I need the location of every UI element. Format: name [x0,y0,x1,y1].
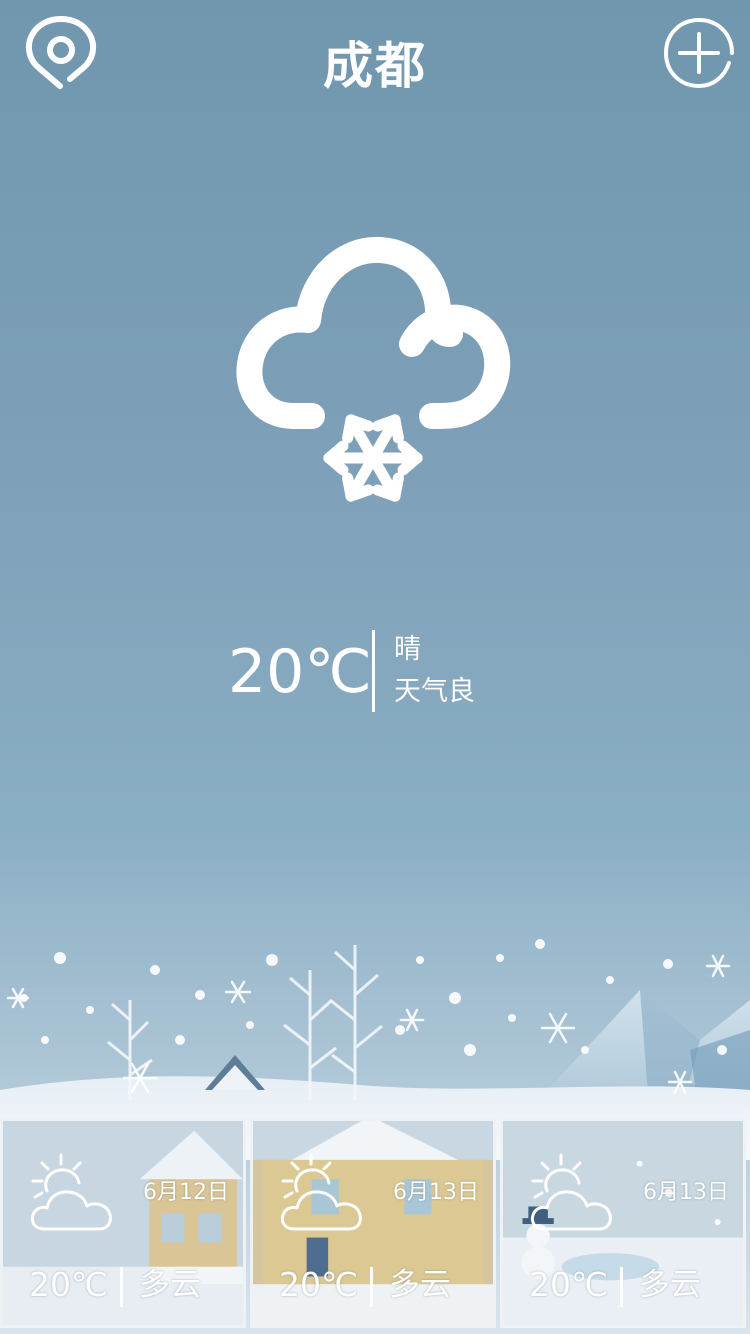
forecast-divider [120,1267,123,1307]
forecast-date: 6月13日 [393,1180,479,1205]
forecast-date: 6月13日 [643,1180,729,1205]
partly-cloudy-icon [530,1153,612,1231]
forecast-divider [620,1267,623,1307]
forecast-divider [370,1267,373,1307]
add-city-button[interactable] [662,16,736,90]
forecast-list: 6月12日 20℃ 多云 6月13日 20℃ 多云 6月13日 20℃ 多云 [0,1118,750,1334]
forecast-condition: 多云 [139,1267,201,1303]
forecast-card[interactable]: 6月13日 20℃ 多云 [500,1118,746,1328]
partly-cloudy-icon [30,1153,112,1231]
forecast-temperature: 20℃ [279,1265,359,1304]
app-header: 成都 [0,0,750,120]
current-weather: 20℃ 晴 天气良 [228,624,548,716]
current-condition: 晴 [394,634,421,665]
forecast-condition: 多云 [639,1267,701,1303]
city-title: 成都 [323,37,427,95]
forecast-date: 6月12日 [143,1180,229,1205]
forecast-card[interactable]: 6月12日 20℃ 多云 [0,1118,246,1328]
snow-cloud-icon [232,236,518,518]
weather-screen: 成都 20℃ 晴 天气良 6月12日 20℃ 多云 6月13日 20℃ 多云 6… [0,0,750,1334]
forecast-temperature: 20℃ [529,1265,609,1304]
current-temperature: 20℃ [228,637,372,707]
current-divider [372,630,375,712]
partly-cloudy-icon [280,1153,362,1231]
air-quality: 天气良 [394,676,475,707]
forecast-condition: 多云 [389,1267,451,1303]
forecast-card[interactable]: 6月13日 20℃ 多云 [250,1118,496,1328]
plus-circle-icon [663,17,734,89]
forecast-temperature: 20℃ [29,1265,109,1304]
